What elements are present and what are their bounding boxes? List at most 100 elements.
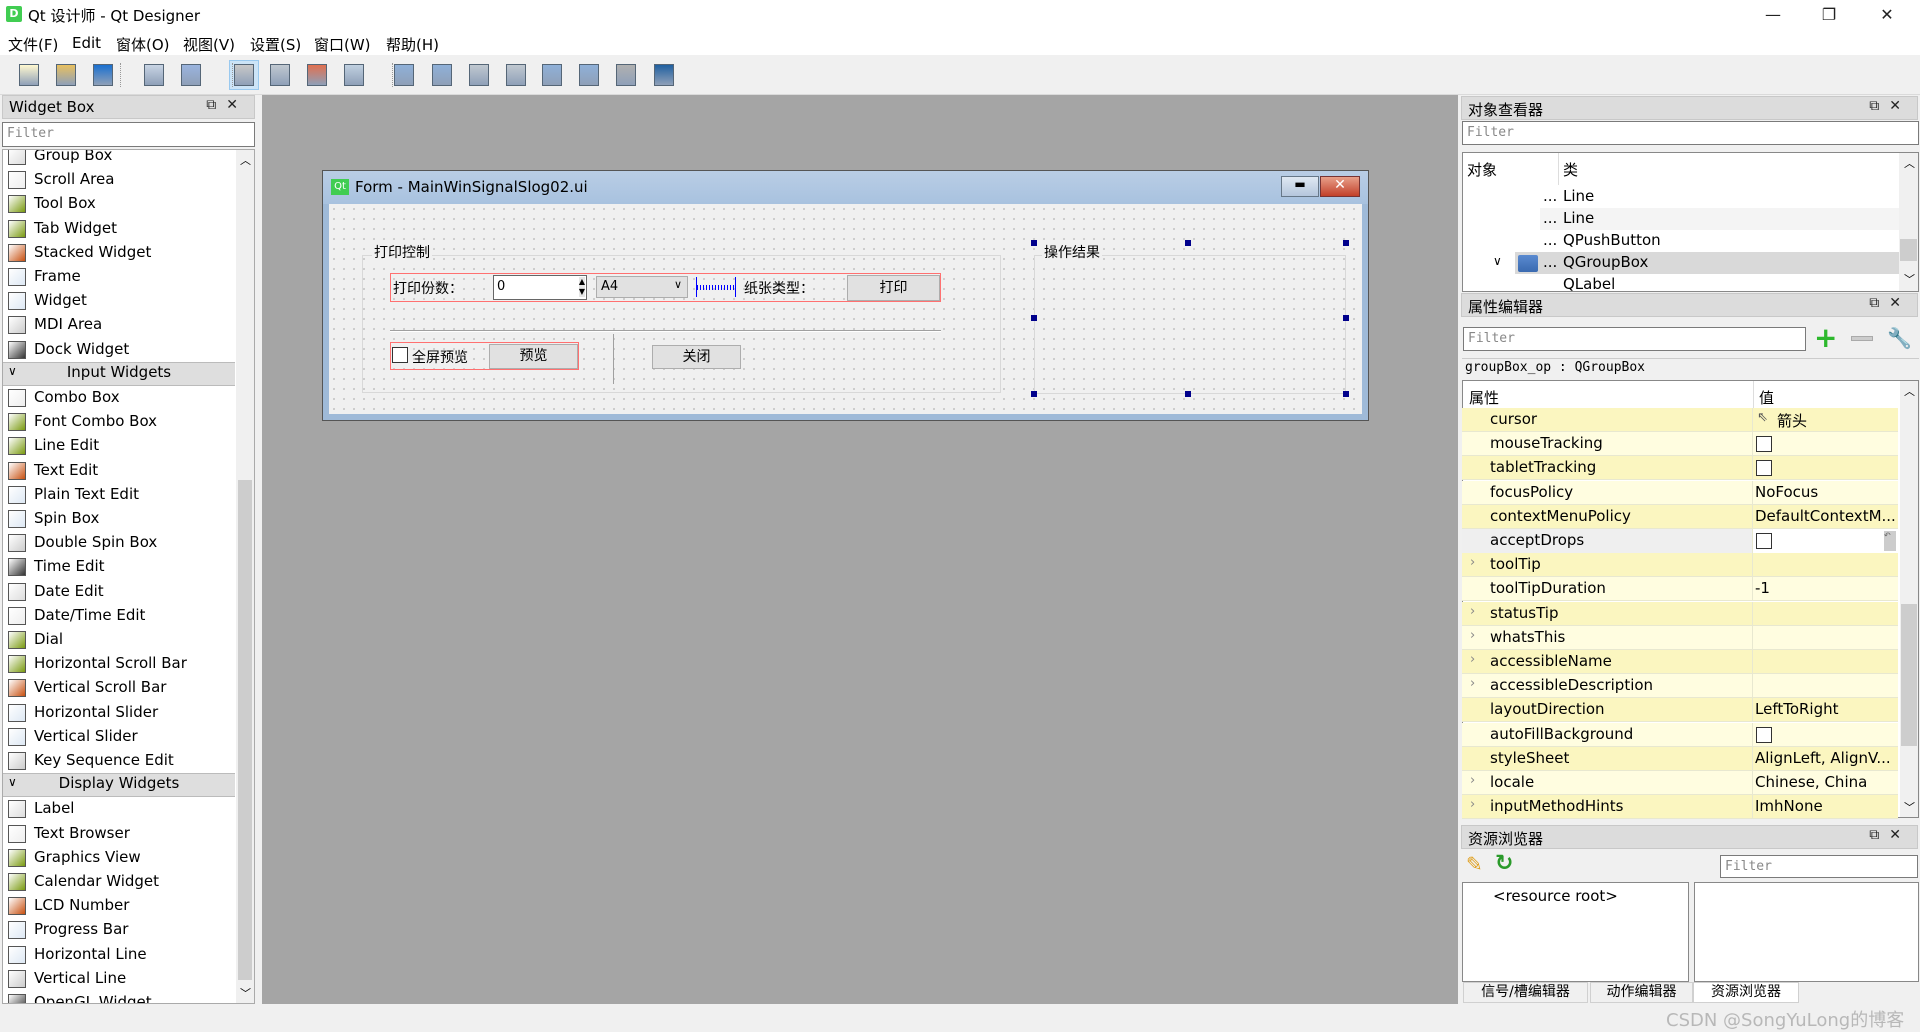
property-row-accessibleName[interactable]: › accessibleName [1462, 650, 1898, 674]
widget-item[interactable]: Progress Bar [3, 918, 235, 942]
widget-item[interactable]: Horizontal Scroll Bar [3, 652, 235, 676]
bottom-tab[interactable]: 资源浏览器 [1693, 982, 1799, 1003]
resource-filter[interactable]: Filter [1720, 855, 1918, 878]
widget-item[interactable]: Plain Text Edit [3, 483, 235, 507]
remove-property-icon[interactable] [1851, 336, 1873, 341]
property-value-cell[interactable] [1752, 674, 1898, 699]
property-row-autoFillBackground[interactable]: autoFillBackground [1462, 722, 1898, 747]
form-minimize-button[interactable]: ▬ [1281, 176, 1319, 197]
scroll-down-icon[interactable]: ﹀ [1904, 271, 1915, 287]
reset-icon[interactable]: ↶ [1884, 531, 1896, 551]
property-value-cell[interactable]: ↶ [1752, 529, 1898, 553]
property-value-cell[interactable] [1752, 601, 1898, 626]
close-button[interactable]: ✕ [1858, 0, 1916, 31]
minimize-button[interactable]: — [1744, 0, 1802, 31]
chevron-right-icon[interactable]: › [1470, 652, 1475, 667]
add-dynamic-property-icon[interactable]: + [1814, 324, 1837, 352]
chevron-right-icon[interactable]: › [1470, 604, 1475, 619]
property-row-layoutDirection[interactable]: layoutDirection LeftToRight [1462, 698, 1898, 723]
object-tree-scrollbar[interactable]: ︿ ﹀ [1899, 153, 1918, 291]
widget-item[interactable]: Dial [3, 628, 235, 652]
widget-item[interactable]: Double Spin Box [3, 531, 235, 555]
scroll-up-icon[interactable]: ︿ [1904, 155, 1915, 171]
property-value-cell[interactable]: Chinese, China [1752, 771, 1898, 795]
form-window[interactable]: Qt Form - MainWinSignalSlog02.ui ▬ ✕ 打印控… [322, 170, 1369, 421]
selection-handle[interactable] [1031, 315, 1037, 321]
property-row-styleSheet[interactable]: styleSheet AlignLeft, AlignV... [1462, 746, 1898, 771]
widget-item[interactable]: Font Combo Box [3, 410, 235, 434]
selection-handle[interactable] [1185, 240, 1191, 246]
menu-item[interactable]: 窗体(O) [116, 34, 170, 55]
chevron-right-icon[interactable]: › [1470, 676, 1475, 691]
group-result[interactable] [1034, 255, 1346, 394]
toolbar-button[interactable] [464, 60, 494, 90]
close-form-button[interactable]: 关闭 [652, 345, 741, 369]
menu-item[interactable]: 帮助(H) [386, 34, 439, 55]
widget-item[interactable]: Widget [3, 289, 235, 313]
widget-item[interactable]: Horizontal Line [3, 943, 235, 967]
scroll-thumb[interactable] [238, 480, 252, 980]
widget-item[interactable]: Time Edit [3, 555, 235, 579]
property-value-cell[interactable] [1752, 553, 1898, 578]
toolbar-button[interactable] [88, 60, 118, 90]
toolbar-button[interactable] [265, 60, 295, 90]
bottom-tab[interactable]: 动作编辑器 [1590, 982, 1693, 1003]
menu-item[interactable]: 设置(S) [250, 34, 301, 55]
widget-item[interactable]: Scroll Area [3, 168, 235, 192]
widget-item[interactable]: Line Edit [3, 434, 235, 458]
paper-combo[interactable]: A4 ∨ [596, 276, 688, 298]
toolbar-button[interactable] [176, 60, 206, 90]
property-row-statusTip[interactable]: › statusTip [1462, 601, 1898, 626]
property-filter[interactable]: Filter [1463, 327, 1806, 351]
property-checkbox[interactable] [1756, 533, 1772, 549]
widget-item[interactable]: Date Edit [3, 580, 235, 604]
property-value-cell[interactable] [1752, 456, 1898, 481]
form-canvas[interactable]: 打印控制 打印份数： 0 ▲ ▼ A4 ∨ 纸张类型： 打印 全屏预览 预览 关闭 操… [329, 204, 1362, 414]
widget-item[interactable]: Tool Box [3, 192, 235, 216]
property-value-cell[interactable]: NoFocus [1752, 480, 1898, 505]
widget-category-display-widgets[interactable]: ∨ Display Widgets [3, 773, 235, 798]
property-row-tabletTracking[interactable]: tabletTracking [1462, 456, 1898, 481]
property-row-contextMenuPolicy[interactable]: contextMenuPolicy DefaultContextM... [1462, 504, 1898, 529]
menu-item[interactable]: 窗口(W) [314, 34, 371, 55]
bottom-tab[interactable]: 信号/槽编辑器 [1463, 982, 1588, 1003]
dock-float-close-icons[interactable]: ⧉✕ [1869, 295, 1911, 311]
widget-item[interactable]: Vertical Scroll Bar [3, 676, 235, 700]
widget-item[interactable]: Stacked Widget [3, 241, 235, 265]
form-title-bar[interactable]: Qt Form - MainWinSignalSlog02.ui ▬ ✕ [323, 171, 1368, 204]
widget-item[interactable]: Tab Widget [3, 217, 235, 241]
scroll-up-icon[interactable]: ︿ [240, 152, 251, 168]
toolbar-button[interactable] [339, 60, 369, 90]
property-value-cell[interactable] [1752, 650, 1898, 674]
property-value-cell[interactable] [1752, 722, 1898, 747]
scroll-down-icon[interactable]: ﹀ [1904, 799, 1915, 815]
property-row-acceptDrops[interactable]: acceptDrops ↶ [1462, 529, 1898, 553]
object-inspector-filter[interactable]: Filter [1462, 121, 1919, 145]
widget-item[interactable]: Label [3, 797, 235, 821]
widget-item[interactable]: Dock Widget [3, 338, 235, 362]
resource-root[interactable]: <resource root> [1493, 887, 1618, 905]
widget-item[interactable]: Text Edit [3, 459, 235, 483]
dock-float-close-icons[interactable]: ⧉✕ [1869, 98, 1911, 114]
selection-handle[interactable] [1185, 391, 1191, 397]
menu-item[interactable]: Edit [72, 34, 101, 52]
scroll-down-icon[interactable]: ﹀ [240, 985, 251, 1001]
property-row-toolTipDuration[interactable]: toolTipDuration -1 [1462, 577, 1898, 602]
menu-item[interactable]: 文件(F) [8, 34, 58, 55]
toolbar-button[interactable] [427, 60, 457, 90]
widget-item[interactable]: Group Box [3, 150, 235, 168]
object-tree-row[interactable]: ... Line [1543, 187, 1594, 205]
property-value-cell[interactable] [1752, 432, 1898, 457]
object-tree-row[interactable]: ... QPushButton [1543, 231, 1661, 249]
chevron-down-icon[interactable]: ∨ [1493, 254, 1502, 268]
chevron-right-icon[interactable]: › [1470, 773, 1475, 788]
selection-handle[interactable] [1343, 315, 1349, 321]
scroll-thumb[interactable] [1901, 604, 1917, 746]
toolbar-button[interactable] [14, 60, 44, 90]
property-checkbox[interactable] [1756, 460, 1772, 477]
property-row-accessibleDescription[interactable]: › accessibleDescription [1462, 674, 1898, 699]
widget-item[interactable]: LCD Number [3, 894, 235, 918]
property-scrollbar[interactable]: ︿ ﹀ [1900, 381, 1918, 817]
widget-item[interactable]: OpenGL Widget [3, 991, 235, 1003]
chevron-right-icon[interactable]: › [1470, 555, 1475, 570]
